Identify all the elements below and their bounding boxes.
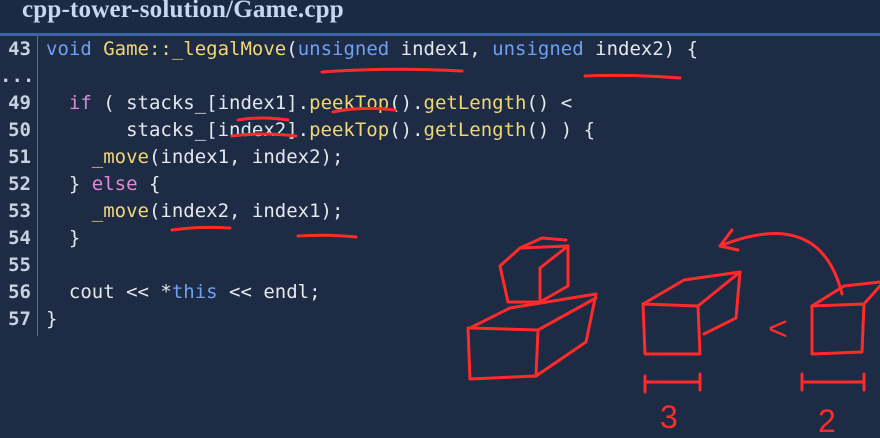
code-token: index2) { <box>583 38 699 60</box>
underline-unsigned-1 <box>320 67 464 74</box>
line-number: 54 <box>8 227 31 249</box>
code-line[interactable]: } else { <box>46 171 161 198</box>
line-number: 50 <box>8 119 31 141</box>
code-token: () < <box>526 92 573 114</box>
code-token: if <box>68 92 92 114</box>
code-token: void <box>46 38 92 60</box>
code-token: << endl; <box>217 281 321 303</box>
code-line[interactable]: if ( stacks_[index1].peekTop().getLength… <box>46 90 572 117</box>
line-number: 51 <box>8 146 31 168</box>
code-token: peekTop <box>309 92 390 114</box>
underline-unsigned-2 <box>583 73 682 80</box>
code-token: (index2, index1); <box>148 200 344 222</box>
code-token: (index1, index2); <box>148 146 344 168</box>
line-number: 56 <box>8 281 31 303</box>
line-number: 52 <box>8 173 31 195</box>
code-token: this <box>171 281 218 303</box>
line-number: 53 <box>8 200 31 222</box>
gutter-divider <box>37 36 38 336</box>
code-token: _move <box>91 200 149 222</box>
line-number: 49 <box>8 92 31 114</box>
code-line[interactable]: void Game::_legalMove(unsigned index1, u… <box>46 36 698 63</box>
file-title: cpp-tower-solution/Game.cpp <box>22 0 344 23</box>
line-number: ... <box>0 65 35 87</box>
line-number: 57 <box>8 308 31 330</box>
line-number: 43 <box>8 38 31 60</box>
code-token: cout << * <box>46 281 172 303</box>
code-token: getLength <box>423 119 527 141</box>
code-line[interactable]: } <box>46 225 80 252</box>
code-token: ( stacks_[index1]. <box>91 92 310 114</box>
cube-right <box>810 280 880 356</box>
line-number-gutter: 43... 49 50 51 52 53 54 55 56 57 <box>0 36 36 438</box>
code-token: index1, <box>389 38 493 60</box>
code-token: (). <box>389 92 424 114</box>
code-line[interactable]: _move(index2, index1); <box>46 198 344 225</box>
code-token: _move <box>91 146 149 168</box>
code-token: peekTop <box>309 119 390 141</box>
file-title-bar: cpp-tower-solution/Game.cpp <box>0 0 880 33</box>
code-editor[interactable]: 43...495051525354555657 void Game::_lega… <box>0 36 880 438</box>
code-token: stacks_[index2]. <box>46 119 310 141</box>
width-label-3: 3 <box>660 399 678 435</box>
code-token: unsigned <box>492 38 584 60</box>
width-marker-right <box>800 372 866 392</box>
code-token: getLength <box>423 92 527 114</box>
code-line[interactable]: stacks_[index2].peekTop().getLength() ) … <box>46 117 595 144</box>
cube-middle <box>641 270 742 356</box>
less-than-mark: < <box>768 310 788 348</box>
code-token: ( <box>286 38 298 60</box>
code-line[interactable]: cout << *this << endl; <box>46 279 321 306</box>
code-token: (). <box>389 119 424 141</box>
code-token: unsigned <box>297 38 390 60</box>
underline-index2-arg <box>170 225 232 232</box>
underline-index1-arg <box>296 233 358 239</box>
width-label-2: 2 <box>818 403 836 438</box>
code-token: } <box>46 308 58 330</box>
code-token: } <box>46 227 81 249</box>
cube-stack-left <box>466 236 598 381</box>
width-marker-left <box>643 372 702 394</box>
code-token: } <box>46 173 92 195</box>
move-arrow <box>718 232 844 296</box>
code-token: () ) { <box>526 119 596 141</box>
code-line[interactable]: } <box>46 306 57 333</box>
code-token: { <box>137 173 161 195</box>
code-line[interactable]: _move(index1, index2); <box>46 144 344 171</box>
line-number: 55 <box>8 254 31 276</box>
code-token: else <box>91 173 138 195</box>
code-token: Game::_legalMove <box>103 38 287 60</box>
move-arrowhead <box>718 228 740 252</box>
